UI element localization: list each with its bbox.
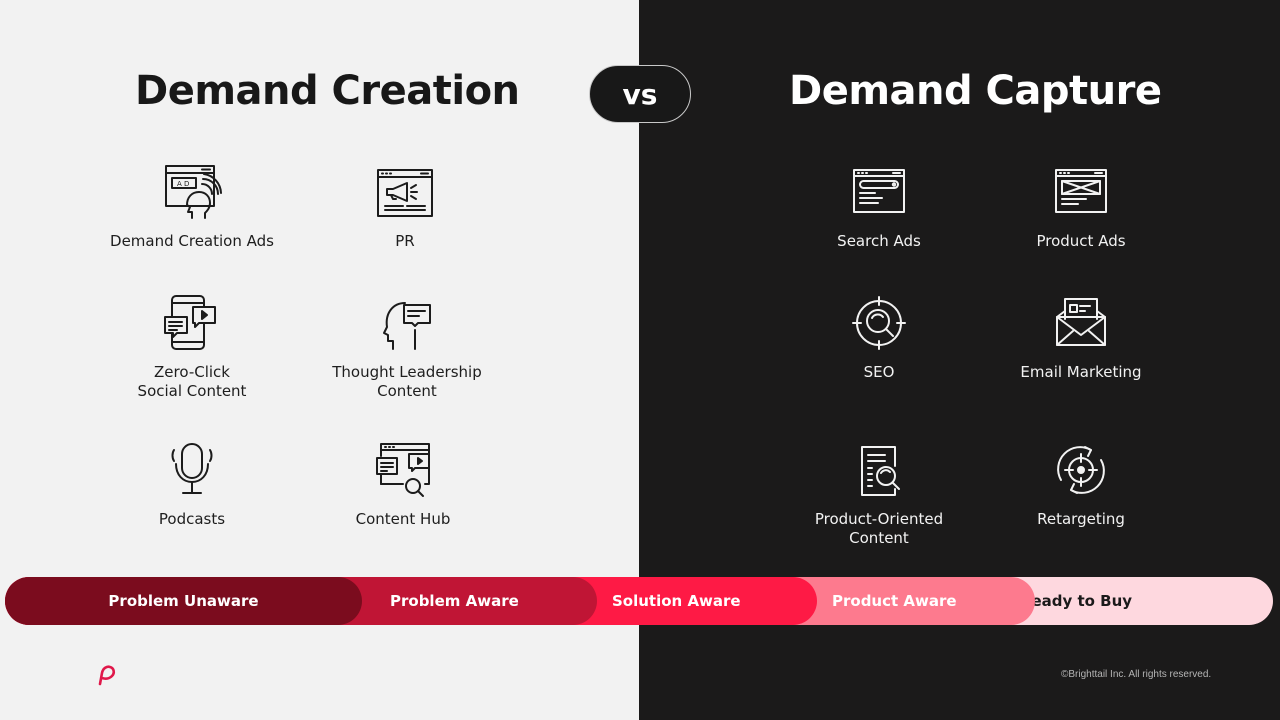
megaphone-browser-icon [377, 169, 433, 217]
microphone-icon [171, 443, 213, 494]
tile-retargeting: Retargeting [981, 440, 1181, 529]
label-pr: PR [395, 232, 415, 250]
retargeting-icon [1057, 446, 1105, 494]
brighttail-logo-icon [98, 665, 116, 686]
tile-pr: PR [305, 162, 505, 251]
tile-product-ads: Product Ads [981, 162, 1181, 251]
label-email-marketing: Email Marketing [1020, 363, 1142, 381]
content-hub-icon [376, 443, 430, 497]
label-content-hub: Content Hub [355, 510, 451, 528]
tile-podcasts: Podcasts [92, 440, 292, 529]
buyer-awareness-funnel: Ready to Buy Product Aware Solution Awar… [5, 577, 1273, 625]
search-browser-icon [853, 169, 905, 213]
tile-demand-creation-ads: A D Demand Creation Ads [92, 162, 292, 251]
label-podcasts: Podcasts [158, 510, 226, 528]
head-speech-icon [383, 302, 431, 350]
stage-label-solution-aware: Solution Aware [612, 592, 741, 610]
tile-search-ads: Search Ads [779, 162, 979, 251]
product-browser-icon [1055, 169, 1107, 213]
stage-label-ready-to-buy: Ready to Buy [1019, 592, 1133, 610]
label-product-ads: Product Ads [1036, 232, 1126, 250]
tile-content-hub: Content Hub [303, 440, 503, 529]
label-thought-leadership: Thought Leadership Content [332, 363, 482, 400]
label-product-oriented-content: Product-Oriented Content [814, 510, 944, 547]
seo-target-icon [852, 296, 906, 350]
vs-label: vs [622, 77, 658, 111]
label-search-ads: Search Ads [837, 232, 921, 250]
label-seo: SEO [863, 363, 895, 381]
tile-email-marketing: Email Marketing [981, 293, 1181, 382]
tile-thought-leadership: Thought Leadership Content [307, 293, 507, 401]
stage-label-problem-unaware: Problem Unaware [108, 592, 259, 610]
phone-chat-icon [164, 295, 216, 350]
demand-creation-title: Demand Creation [135, 68, 520, 114]
label-zero-click-social: Zero-Click Social Content [137, 363, 247, 400]
ad-listener-icon: A D [165, 165, 222, 219]
copyright-notice: ©Brighttail Inc. All rights reserved. [1061, 669, 1212, 680]
tile-zero-click-social: Zero-Click Social Content [92, 293, 292, 401]
demand-capture-title: Demand Capture [789, 68, 1162, 114]
document-search-icon [861, 446, 900, 496]
email-icon [1056, 298, 1106, 346]
stage-label-problem-aware: Problem Aware [390, 592, 519, 610]
label-retargeting: Retargeting [1037, 510, 1125, 528]
vs-badge: vs [589, 65, 691, 123]
stage-label-product-aware: Product Aware [832, 592, 957, 610]
tile-product-oriented-content: Product-Oriented Content [779, 440, 979, 548]
label-demand-creation-ads: Demand Creation Ads [110, 232, 274, 250]
stage-problem-unaware: Problem Unaware [5, 577, 362, 625]
svg-text:A D: A D [177, 180, 189, 188]
tile-seo: SEO [779, 293, 979, 382]
